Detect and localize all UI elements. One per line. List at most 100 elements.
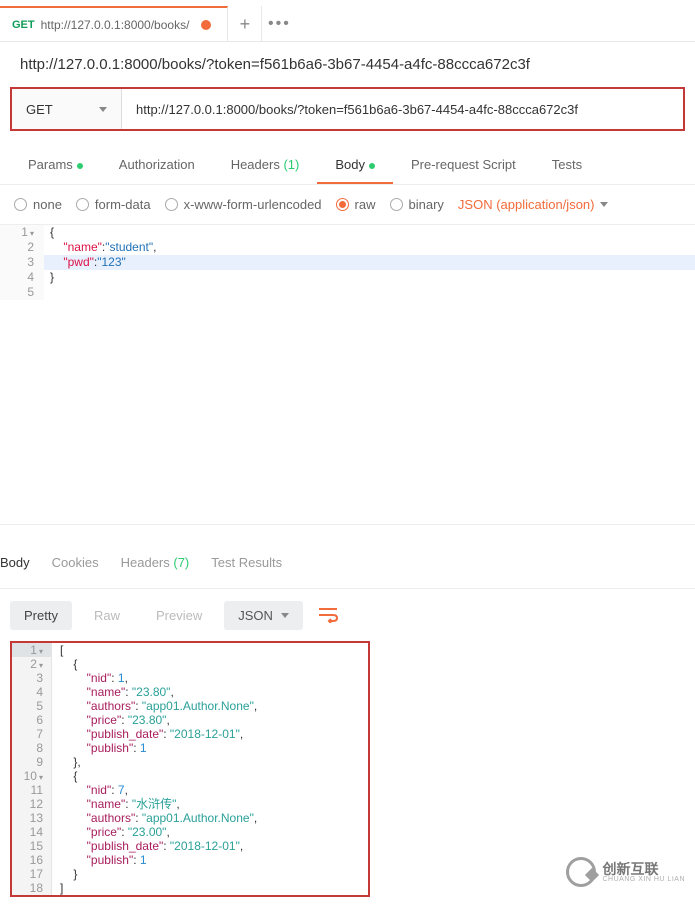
response-format-label: JSON: [238, 608, 273, 623]
code: 1: [118, 671, 125, 685]
response-format-select[interactable]: JSON: [224, 601, 303, 630]
response-body[interactable]: 1[ 2 { 3 "nid": 1, 4 "name": "23.80", 5 …: [10, 641, 370, 897]
tab-headers-label: Headers: [231, 157, 280, 172]
request-tabs: Params Authorization Headers (1) Body Pr…: [0, 139, 695, 185]
request-body-editor[interactable]: 1{ 2 "name":"student", 3 "pwd":"123" 4} …: [0, 225, 695, 525]
code: "authors": [87, 811, 136, 825]
radio-raw[interactable]: raw: [336, 197, 376, 212]
new-tab-button[interactable]: +: [228, 6, 262, 42]
code: }: [50, 270, 54, 284]
radio-binary[interactable]: binary: [390, 197, 444, 212]
radio-icon: [336, 198, 349, 211]
code: 7: [118, 783, 125, 797]
response-tab-headers[interactable]: Headers (7): [121, 555, 190, 578]
code: "name": [63, 240, 102, 254]
code: "23.80": [132, 685, 171, 699]
response-tabs: Body Cookies Headers (7) Test Results: [0, 525, 695, 589]
code: {: [50, 225, 54, 239]
tab-body[interactable]: Body: [317, 157, 393, 184]
code: "publish": [87, 853, 134, 867]
code: "app01.Author.None": [142, 811, 254, 825]
method-select[interactable]: GET: [12, 89, 122, 129]
code: 1: [140, 741, 147, 755]
dots-icon: •••: [268, 15, 291, 33]
watermark-en: CHUANG XIN HU LIAN: [602, 876, 685, 883]
chevron-down-icon: [281, 613, 289, 618]
code: "authors": [87, 699, 136, 713]
radio-icon: [14, 198, 27, 211]
code: "23.80": [128, 713, 167, 727]
wrap-icon: [318, 607, 338, 623]
radio-form-label: form-data: [95, 197, 151, 212]
tab-tests[interactable]: Tests: [534, 157, 600, 184]
chevron-down-icon: [99, 107, 107, 112]
body-type-row: none form-data x-www-form-urlencoded raw…: [0, 185, 695, 225]
code: "name": [87, 797, 126, 811]
code: "pwd": [63, 255, 94, 269]
watermark: 创新互联 CHUANG XIN HU LIAN: [566, 857, 685, 887]
tab-prerequest[interactable]: Pre-request Script: [393, 157, 534, 184]
tab-headers[interactable]: Headers (1): [213, 157, 318, 184]
view-pretty[interactable]: Pretty: [10, 601, 72, 630]
code: "name": [87, 685, 126, 699]
response-tab-tests[interactable]: Test Results: [211, 555, 282, 578]
radio-icon: [390, 198, 403, 211]
response-tab-cookies[interactable]: Cookies: [52, 555, 99, 578]
code: "publish_date": [87, 727, 164, 741]
response-tab-body[interactable]: Body: [0, 555, 30, 578]
tab-headers-count: (1): [283, 157, 299, 172]
code: "nid": [87, 671, 112, 685]
tab-params[interactable]: Params: [10, 157, 101, 184]
code: },: [52, 755, 81, 769]
request-tab[interactable]: GET http://127.0.0.1:8000/books/: [0, 6, 228, 42]
request-title: http://127.0.0.1:8000/books/?token=f561b…: [0, 42, 695, 79]
code: "app01.Author.None": [142, 699, 254, 713]
chevron-down-icon: [600, 202, 608, 207]
code: "price": [87, 713, 122, 727]
code: "123": [97, 255, 126, 269]
content-type-select[interactable]: JSON (application/json): [458, 197, 609, 212]
view-raw[interactable]: Raw: [80, 601, 134, 630]
response-toolbar: Pretty Raw Preview JSON: [0, 589, 695, 641]
tab-method: GET: [12, 19, 35, 31]
method-value: GET: [26, 102, 53, 117]
code: "publish_date": [87, 839, 164, 853]
url-input[interactable]: http://127.0.0.1:8000/books/?token=f561b…: [122, 89, 683, 129]
code: [: [52, 643, 63, 657]
watermark-cn: 创新互联: [602, 862, 685, 876]
radio-xform[interactable]: x-www-form-urlencoded: [165, 197, 322, 212]
tab-title: http://127.0.0.1:8000/books/: [41, 18, 190, 32]
response-headers-count: (7): [173, 555, 189, 570]
radio-formdata[interactable]: form-data: [76, 197, 151, 212]
code: "2018-12-01": [170, 727, 240, 741]
radio-xform-label: x-www-form-urlencoded: [184, 197, 322, 212]
radio-none-label: none: [33, 197, 62, 212]
url-bar: GET http://127.0.0.1:8000/books/?token=f…: [10, 87, 685, 131]
radio-icon: [165, 198, 178, 211]
tab-actions: + •••: [228, 6, 296, 42]
view-preview[interactable]: Preview: [142, 601, 216, 630]
code: "student": [105, 240, 153, 254]
tab-bar: GET http://127.0.0.1:8000/books/ + •••: [0, 0, 695, 42]
code: ]: [52, 881, 63, 895]
code: "price": [87, 825, 122, 839]
content-type-label: JSON (application/json): [458, 197, 595, 212]
code: {: [52, 769, 77, 783]
code: {: [52, 657, 77, 671]
code: "2018-12-01": [170, 839, 240, 853]
code: [44, 285, 50, 300]
radio-raw-label: raw: [355, 197, 376, 212]
unsaved-dot-icon: [201, 20, 211, 30]
code: "水浒传": [132, 797, 177, 811]
code: "23.00": [128, 825, 167, 839]
more-tabs-button[interactable]: •••: [262, 6, 296, 42]
plus-icon: +: [240, 15, 251, 33]
watermark-logo-icon: [566, 857, 596, 887]
radio-none[interactable]: none: [14, 197, 62, 212]
tab-authorization[interactable]: Authorization: [101, 157, 213, 184]
code: "nid": [87, 783, 112, 797]
wrap-lines-button[interactable]: [311, 599, 345, 631]
response-headers-label: Headers: [121, 555, 170, 570]
code: 1: [140, 853, 147, 867]
radio-icon: [76, 198, 89, 211]
